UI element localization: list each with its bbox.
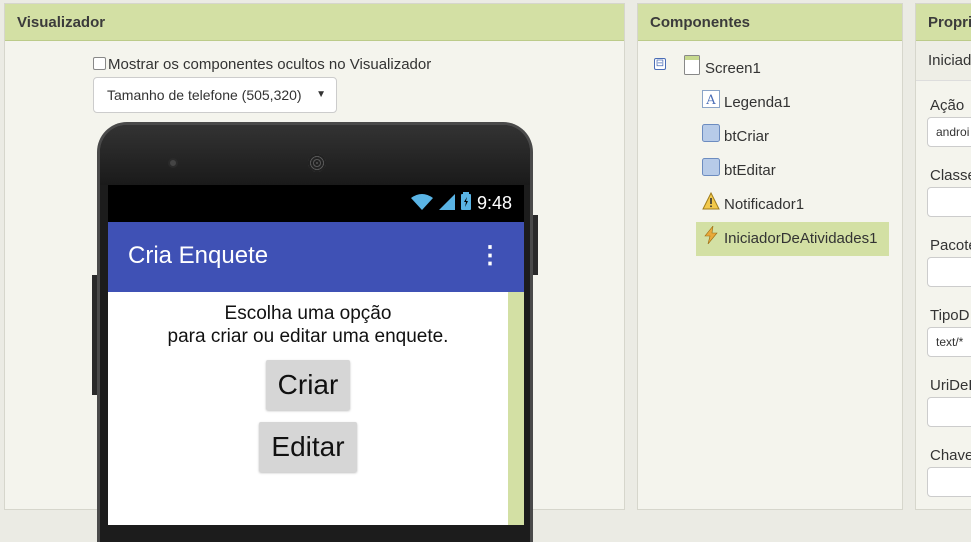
show-hidden-option[interactable]: Mostrar os componentes ocultos no Visual… bbox=[93, 56, 431, 73]
label-icon: A bbox=[702, 90, 720, 108]
prop-input-chave[interactable] bbox=[927, 467, 971, 497]
components-title: Componentes bbox=[638, 4, 902, 41]
tree-item-screen1[interactable]: ⊟ Screen1 bbox=[652, 52, 892, 78]
tree-label: btEditar bbox=[724, 162, 776, 179]
tree-item-iniciadordeatividades1[interactable]: IniciadorDeAtividades1 bbox=[696, 222, 889, 256]
button-icon bbox=[702, 158, 720, 176]
show-hidden-label: Mostrar os componentes ocultos no Visual… bbox=[108, 56, 431, 73]
label-line-2: para criar ou editar uma enquete. bbox=[108, 325, 508, 348]
prop-label-acao: Ação bbox=[930, 97, 964, 114]
prop-input-pacote[interactable] bbox=[927, 257, 971, 287]
criar-button[interactable]: Criar bbox=[266, 360, 351, 410]
clock-text: 9:48 bbox=[477, 193, 512, 213]
components-panel: Componentes ⊟ Screen1 A Legenda1 btCriar bbox=[637, 3, 903, 510]
tree-item-legenda1[interactable]: A Legenda1 bbox=[696, 86, 888, 120]
tree-item-notificador1[interactable]: Notificador1 bbox=[696, 188, 888, 222]
prop-input-uri[interactable] bbox=[927, 397, 971, 427]
phone-side-button-right bbox=[533, 215, 538, 275]
properties-component-name: Iniciad bbox=[916, 41, 971, 81]
tree-children: A Legenda1 btCriar btEditar No bbox=[696, 86, 888, 256]
app-content: Escolha uma opção para criar ou editar u… bbox=[108, 292, 508, 525]
screen-scroll-strip bbox=[508, 292, 524, 525]
prop-label-tipo: TipoD bbox=[930, 307, 969, 324]
app-title-bar: Cria Enquete ⋮ bbox=[108, 222, 524, 292]
editar-button[interactable]: Editar bbox=[259, 422, 356, 472]
phone-size-select[interactable]: Tamanho de telefone (505,320) ▼ bbox=[93, 77, 337, 113]
show-hidden-checkbox[interactable] bbox=[93, 57, 106, 70]
tree-label: IniciadorDeAtividades1 bbox=[724, 230, 877, 247]
button-icon bbox=[702, 124, 720, 142]
dropdown-arrow-icon: ▼ bbox=[316, 78, 326, 112]
prop-label-chave: Chave bbox=[930, 447, 971, 464]
prop-input-acao[interactable]: androi bbox=[927, 117, 971, 147]
phone-screen: 9:48 Cria Enquete ⋮ Escolha uma opção pa… bbox=[108, 185, 524, 525]
app-title: Cria Enquete bbox=[128, 242, 268, 269]
speaker-icon bbox=[308, 154, 326, 172]
component-tree: ⊟ Screen1 A Legenda1 btCriar bbox=[652, 52, 892, 78]
screen-icon bbox=[684, 55, 700, 80]
tree-item-btcriar[interactable]: btCriar bbox=[696, 120, 888, 154]
prop-label-uri: UriDeD bbox=[930, 377, 971, 394]
properties-title: Propri bbox=[916, 4, 971, 41]
viewer-panel: Visualizador Mostrar os componentes ocul… bbox=[4, 3, 625, 510]
overflow-menu-icon[interactable]: ⋮ bbox=[478, 222, 502, 290]
status-bar: 9:48 bbox=[108, 185, 524, 222]
tree-label-screen1: Screen1 bbox=[705, 60, 761, 77]
tree-label: btCriar bbox=[724, 128, 769, 145]
legenda1-label[interactable]: Escolha uma opção para criar ou editar u… bbox=[108, 302, 508, 348]
collapse-icon[interactable]: ⊟ bbox=[654, 58, 666, 70]
svg-text:A: A bbox=[705, 93, 716, 108]
label-line-1: Escolha uma opção bbox=[108, 302, 508, 325]
battery-icon bbox=[461, 186, 471, 223]
wifi-icon bbox=[411, 186, 433, 223]
prop-input-classe[interactable] bbox=[927, 187, 971, 217]
tree-label: Legenda1 bbox=[724, 94, 791, 111]
phone-size-value: Tamanho de telefone (505,320) bbox=[107, 87, 302, 103]
prop-input-tipo[interactable]: text/* bbox=[927, 327, 971, 357]
camera-icon bbox=[168, 158, 178, 168]
prop-label-pacote: Pacote bbox=[930, 237, 971, 254]
lightning-icon bbox=[702, 226, 720, 244]
phone-side-button-left bbox=[92, 275, 97, 395]
tree-item-bteditar[interactable]: btEditar bbox=[696, 154, 888, 188]
phone-top-bezel bbox=[100, 125, 530, 185]
phone-frame: 9:48 Cria Enquete ⋮ Escolha uma opção pa… bbox=[97, 122, 533, 542]
viewer-title: Visualizador bbox=[5, 4, 624, 41]
warning-icon bbox=[702, 192, 720, 210]
signal-icon bbox=[439, 186, 455, 223]
properties-panel: Propri Iniciad Ação androi Classe Pacote… bbox=[915, 3, 971, 510]
prop-label-classe: Classe bbox=[930, 167, 971, 184]
tree-label: Notificador1 bbox=[724, 196, 804, 213]
